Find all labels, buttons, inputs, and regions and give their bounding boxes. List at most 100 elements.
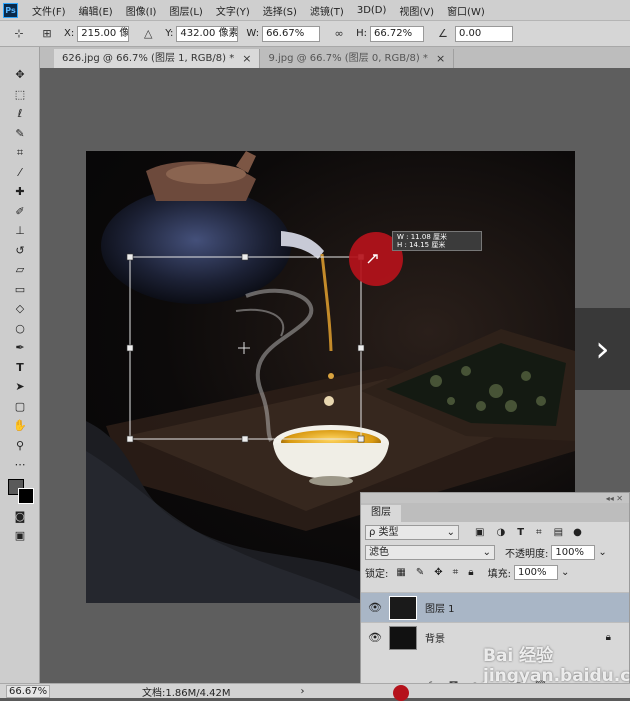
lasso-tool-icon[interactable]: ℓ (0, 104, 40, 124)
reference-point-icon[interactable]: ⊞ (38, 27, 56, 41)
eye-icon[interactable]: 👁︎ (361, 601, 389, 614)
type-tool-icon[interactable]: T (0, 358, 40, 378)
screen-mode-icon[interactable]: ▣ (0, 526, 40, 546)
link-icon[interactable]: ∞ (330, 27, 348, 41)
panel-collapse-icon[interactable]: ◂◂ ✕ (361, 493, 629, 503)
blend-mode-value: 滤色 (369, 546, 389, 558)
eraser-tool-icon[interactable]: ▱ (0, 260, 40, 280)
pen-tool-icon[interactable]: ✒ (0, 338, 40, 358)
close-icon[interactable]: × (242, 50, 251, 68)
tab-layers[interactable]: 图层 (361, 505, 401, 522)
quick-mask-icon[interactable]: ◙ (0, 507, 40, 527)
adjustment-filter-icon[interactable]: ◑ (496, 527, 505, 538)
layers-panel: ◂◂ ✕ 图层 ρ 类型 ⌄ ▣ ◑ T ⌗ ▤ ● 滤色 ⌄ 不透明度: 10… (360, 492, 630, 698)
healing-brush-tool-icon[interactable]: ✚ (0, 182, 40, 202)
tab-label: 9.jpg @ 66.7% (图层 0, RGB/8) * (268, 52, 428, 64)
layer-name[interactable]: 图层 1 (425, 600, 455, 615)
status-menu-icon[interactable]: › (301, 686, 305, 697)
kind-filter-select[interactable]: ρ 类型 ⌄ (365, 524, 459, 540)
marquee-tool-icon[interactable]: ⬚ (0, 85, 40, 105)
zoom-tool-icon[interactable]: ⚲ (0, 436, 40, 456)
shape-tool-icon[interactable]: ▢ (0, 397, 40, 417)
height-field[interactable]: 66.72% (369, 25, 424, 42)
chevron-right-icon: › (595, 328, 610, 370)
w-label: W: (246, 28, 260, 39)
width-field[interactable]: 66.67% (262, 25, 321, 42)
eye-icon[interactable]: 👁︎ (361, 631, 389, 644)
angle-icon: ∠ (438, 27, 448, 40)
fill-input[interactable]: 100% (513, 564, 558, 580)
gradient-tool-icon[interactable]: ▭ (0, 280, 40, 300)
blend-mode-select[interactable]: 滤色 ⌄ (365, 544, 495, 560)
color-swatches[interactable] (0, 475, 39, 507)
x-label: X: (64, 28, 75, 39)
lock-artboard-icon[interactable]: ⌗ (453, 567, 459, 578)
y-field[interactable]: 432.00 像素 (176, 25, 239, 42)
next-image-button[interactable]: › (575, 308, 630, 390)
menu-file[interactable]: 文件(F) (32, 3, 66, 18)
cursor-dot (393, 685, 409, 701)
layer-row[interactable]: 👁︎ 图层 1 (361, 592, 629, 622)
opacity-input[interactable]: 100% (551, 544, 596, 560)
menu-edit[interactable]: 编辑(E) (79, 3, 113, 18)
hand-tool-icon[interactable]: ✋ (0, 416, 40, 436)
crop-tool-icon[interactable]: ⌗ (0, 143, 40, 163)
menu-layer[interactable]: 图层(L) (169, 3, 202, 18)
move-tool-icon[interactable]: ✥ (0, 65, 40, 85)
menu-window[interactable]: 窗口(W) (447, 3, 485, 18)
history-brush-tool-icon[interactable]: ↺ (0, 241, 40, 261)
blur-tool-icon[interactable]: ◇ (0, 299, 40, 319)
chevron-down-icon[interactable]: ⌄ (598, 547, 606, 558)
menu-3d[interactable]: 3D(D) (357, 5, 387, 16)
tool-panel: ✥ ⬚ ℓ ✎ ⌗ ⁄ ✚ ✐ ⊥ ↺ ▱ ▭ ◇ ○ ✒ T ➤ ▢ ✋ ⚲ … (0, 47, 40, 698)
blend-row: 滤色 ⌄ 不透明度: 100% ⌄ (361, 542, 629, 562)
options-bar: ⊹ ⊞ X: 215.00 像素 △ Y: 432.00 像素 W: 66.67… (0, 21, 630, 47)
menu-type[interactable]: 文字(Y) (216, 3, 250, 18)
lock-transparent-icon[interactable]: ▦ (396, 567, 405, 578)
stamp-tool-icon[interactable]: ⊥ (0, 221, 40, 241)
path-select-tool-icon[interactable]: ➤ (0, 377, 40, 397)
menu-bar: Ps 文件(F) 编辑(E) 图像(I) 图层(L) 文字(Y) 选择(S) 滤… (0, 0, 630, 21)
lock-position-icon[interactable]: ✥ (434, 567, 442, 578)
h-label: H: (356, 28, 367, 39)
fill-label: 填充: (487, 568, 511, 580)
chevron-down-icon: ⌄ (482, 546, 491, 558)
delta-icon[interactable]: △ (139, 27, 157, 41)
filter-toggle-icon[interactable]: ● (573, 527, 582, 538)
more-tools-icon[interactable]: ⋯ (0, 455, 40, 475)
background-color[interactable] (18, 487, 34, 504)
tab-9[interactable]: 9.jpg @ 66.7% (图层 0, RGB/8) * × (260, 49, 455, 68)
menu-select[interactable]: 选择(S) (263, 3, 297, 18)
tab-626[interactable]: 626.jpg @ 66.7% (图层 1, RGB/8) * × (54, 49, 261, 68)
panel-tab-row: 图层 (361, 503, 629, 522)
brush-tool-icon[interactable]: ✐ (0, 202, 40, 222)
menu-filter[interactable]: 滤镜(T) (310, 3, 344, 18)
layer-thumbnail (389, 625, 417, 650)
zoom-level[interactable]: 66.67% (6, 684, 50, 698)
chevron-down-icon[interactable]: ⌄ (561, 567, 569, 578)
menu-view[interactable]: 视图(V) (399, 3, 434, 18)
quick-select-tool-icon[interactable]: ✎ (0, 124, 40, 144)
type-filter-icon[interactable]: T (517, 527, 524, 538)
close-icon[interactable]: × (436, 50, 445, 68)
layer-thumbnail (389, 595, 417, 620)
photoshop-logo: Ps (3, 2, 18, 18)
transform-tool-icon[interactable]: ⊹ (10, 27, 28, 41)
tooltip-height: H : 14.15 厘米 (397, 241, 446, 249)
y-label: Y: (165, 28, 174, 39)
lock-image-icon[interactable]: ✎ (416, 567, 424, 578)
lock-all-icon[interactable]: 🔒︎ (468, 567, 473, 578)
chevron-down-icon: ⌄ (446, 526, 455, 538)
shape-filter-icon[interactable]: ⌗ (536, 527, 542, 538)
pixel-filter-icon[interactable]: ▣ (475, 527, 484, 538)
dodge-tool-icon[interactable]: ○ (0, 319, 40, 339)
x-field[interactable]: 215.00 像素 (77, 25, 130, 42)
angle-field[interactable]: 0.00 (454, 25, 513, 42)
layer-name[interactable]: 背景 (425, 630, 445, 645)
document-size: 文档:1.86M/4.42M (142, 687, 231, 699)
tab-label: 626.jpg @ 66.7% (图层 1, RGB/8) * (62, 52, 235, 64)
eyedropper-tool-icon[interactable]: ⁄ (0, 163, 40, 183)
menu-image[interactable]: 图像(I) (126, 3, 157, 18)
smart-object-filter-icon[interactable]: ▤ (554, 527, 563, 538)
opacity-label: 不透明度: (505, 548, 549, 560)
